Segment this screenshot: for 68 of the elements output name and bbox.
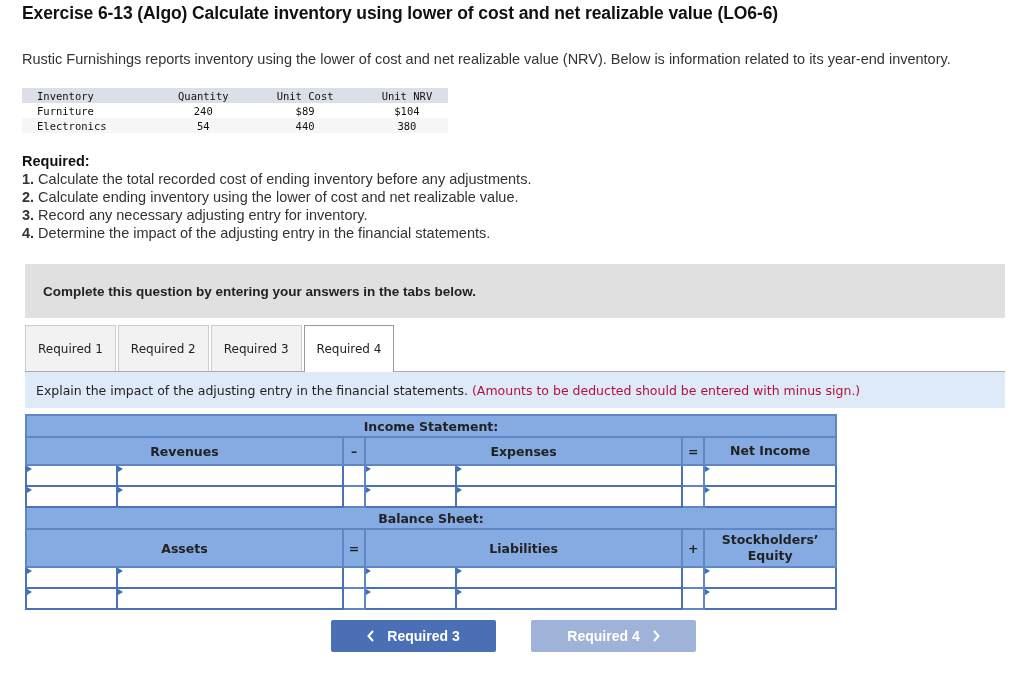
table-cell: 240	[147, 103, 245, 118]
input-field[interactable]	[26, 588, 118, 609]
marker-icon	[366, 487, 372, 493]
table-cell: 54	[147, 118, 245, 133]
marker-icon	[118, 589, 124, 595]
tab[interactable]: Required 1	[25, 325, 116, 371]
marker-icon	[118, 466, 124, 472]
marker-icon	[457, 487, 463, 493]
marker-icon	[366, 466, 372, 472]
nav-button[interactable]: Required 3	[331, 620, 496, 652]
table-cell: 380	[350, 118, 448, 133]
exercise-title: Exercise 6-13 (Algo) Calculate inventory using lower of cost and net realizable value (LO6-6)	[22, 3, 780, 24]
marker-icon	[457, 466, 463, 472]
marker-icon	[457, 568, 463, 574]
column-header: Stockholders’ Equity	[704, 529, 836, 567]
marker-icon	[457, 589, 463, 595]
marker-icon	[27, 466, 32, 472]
section-header: Balance Sheet:	[26, 507, 836, 529]
tab[interactable]: Required 3	[210, 325, 302, 371]
table-cell: 440	[244, 118, 351, 133]
input-field[interactable]	[456, 486, 683, 507]
required-item: 1. Calculate the total recorded cost of ending inventory before any adjustments.	[22, 170, 533, 188]
table-cell: $104	[350, 103, 448, 118]
marker-icon	[705, 589, 711, 595]
chevron-left-icon	[367, 630, 376, 642]
required-item: 4. Determine the impact of the adjusting entry in the financial statements.	[22, 224, 492, 242]
column-header: Assets	[26, 529, 343, 567]
input-field[interactable]	[26, 486, 118, 507]
column-header: Inventory	[22, 88, 148, 103]
column-header: Revenues	[26, 437, 343, 465]
required-heading: Required:	[22, 152, 91, 170]
chevron-right-icon	[651, 630, 660, 642]
marker-icon	[705, 487, 711, 493]
marker-icon	[366, 589, 372, 595]
marker-icon	[366, 568, 372, 574]
column-header: Liabilities	[365, 529, 683, 567]
input-field[interactable]	[117, 486, 343, 507]
section-header: Income Statement:	[26, 415, 836, 437]
input-field[interactable]	[456, 588, 683, 609]
input-field[interactable]	[117, 567, 343, 588]
column-header: Net Income	[704, 437, 836, 465]
marker-icon	[118, 568, 124, 574]
table-cell: Electronics	[22, 118, 148, 133]
input-field[interactable]	[117, 465, 343, 486]
instruction-text: Explain the impact of the adjusting entry in the financial statements. (Amounts to be deducted should be entered with minus sign.)	[36, 382, 861, 398]
table-cell: $89	[244, 103, 351, 118]
column-header: Unit NRV	[350, 88, 448, 103]
marker-icon	[27, 589, 32, 595]
tab[interactable]: Required 4	[303, 325, 395, 372]
marker-icon	[118, 487, 124, 493]
input-field[interactable]	[456, 567, 683, 588]
column-header: Quantity	[147, 88, 245, 103]
required-item: 2. Calculate ending inventory using the lower of cost and net realizable value.	[22, 188, 520, 206]
input-field[interactable]	[26, 567, 118, 588]
marker-icon	[27, 568, 32, 574]
banner-text: Complete this question by entering your answers in the tabs below.	[43, 283, 477, 299]
input-field[interactable]	[117, 588, 343, 609]
marker-icon	[705, 568, 711, 574]
required-item: 3. Record any necessary adjusting entry for inventory.	[22, 206, 369, 224]
tab[interactable]: Required 2	[117, 325, 209, 371]
intro-paragraph: Rustic Furnishings reports inventory using the lower of cost and net realizable value (NRV). Below is information related to its year-end inventory.	[22, 50, 952, 68]
table-cell: Furniture	[22, 103, 148, 118]
input-field[interactable]	[456, 465, 683, 486]
column-header: Expenses	[365, 437, 683, 465]
column-header: Unit Cost	[244, 88, 351, 103]
input-field[interactable]	[26, 465, 118, 486]
marker-icon	[27, 487, 32, 493]
marker-icon	[705, 466, 711, 472]
